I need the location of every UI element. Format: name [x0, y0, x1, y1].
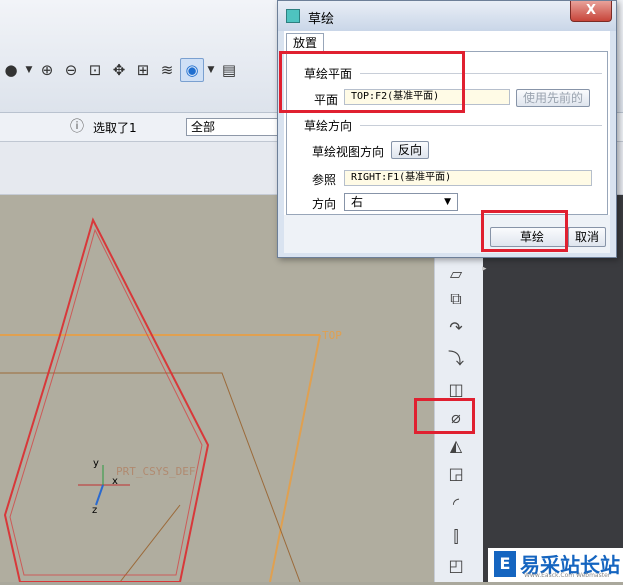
- top-plane-edge: [269, 334, 321, 583]
- round-icon[interactable]: ◜: [443, 490, 469, 516]
- highlight-sketch-plane: [279, 51, 465, 113]
- sweep-icon[interactable]: ⤵: [443, 344, 469, 370]
- csys-label: PRT_CSYS_DEF: [116, 465, 196, 478]
- csys-y-label: y: [93, 458, 99, 469]
- group-divider: [360, 125, 602, 126]
- model-tree-icon[interactable]: ▤: [218, 59, 240, 81]
- csys-z-axis: [95, 484, 104, 506]
- shell-icon[interactable]: ◲: [443, 460, 469, 486]
- close-button[interactable]: X: [570, 1, 612, 22]
- orientation-group-label: 草绘方向: [304, 119, 353, 133]
- revolve-icon[interactable]: ↷: [443, 314, 469, 340]
- reference-label: 参照: [312, 173, 337, 187]
- layers-icon[interactable]: ≋: [156, 59, 178, 81]
- selection-icon: ⓘ: [70, 119, 84, 135]
- zoom-in-icon[interactable]: ⊕: [36, 59, 58, 81]
- direction-label: 方向: [312, 197, 337, 211]
- watermark-logo: E: [494, 551, 516, 577]
- feature-bar-scroll-arrow[interactable]: ▸: [482, 264, 487, 274]
- spin-center-icon[interactable]: ✥: [108, 59, 130, 81]
- shaded-sphere-icon[interactable]: ●: [0, 59, 22, 81]
- plane-icon[interactable]: ▱: [443, 260, 469, 286]
- selection-count-text: 选取了1: [93, 121, 137, 135]
- tab-placement[interactable]: 放置: [286, 33, 324, 52]
- highlight-sketch-button: [481, 210, 568, 252]
- view-direction-label: 草绘视图方向: [312, 145, 385, 159]
- mirror-icon[interactable]: ⫿: [443, 524, 469, 550]
- use-previous-button[interactable]: 使用先前的: [516, 89, 590, 107]
- highlight-sketch-tool: [414, 398, 475, 434]
- axis-icon[interactable]: ⧉: [443, 286, 469, 312]
- csys-z-label: z: [92, 505, 98, 516]
- display-style-icon[interactable]: ◉: [180, 58, 204, 82]
- toolbar-icon-row: ● ▼ ⊕ ⊖ ⊡ ✥ ⊞ ≋ ◉ ▼ ▤: [0, 54, 280, 86]
- sketch-outline: [3, 217, 210, 583]
- sketch-dialog-icon: [286, 9, 300, 23]
- dropdown-arrow-icon[interactable]: ▼: [24, 59, 34, 81]
- dialog-title: 草绘: [308, 12, 335, 27]
- flip-button[interactable]: 反向: [391, 141, 429, 159]
- reference-field[interactable]: RIGHT:F1(基准平面): [344, 170, 592, 186]
- named-view-icon[interactable]: ⊞: [132, 59, 154, 81]
- selection-filter-dropdown[interactable]: 全部: [186, 118, 286, 136]
- watermark-subtext: Www.Easck.Com Webmaster: [524, 572, 611, 579]
- blend-icon[interactable]: ◭: [443, 432, 469, 458]
- right-plane-edge: [119, 504, 181, 583]
- dropdown-arrow-icon[interactable]: ▼: [206, 59, 216, 81]
- pattern-icon[interactable]: ◰: [443, 552, 469, 578]
- zoom-out-icon[interactable]: ⊖: [60, 59, 82, 81]
- direction-dropdown[interactable]: 右 ▼: [344, 193, 458, 211]
- chevron-down-icon: ▼: [444, 197, 451, 207]
- direction-value: 右: [351, 195, 364, 209]
- zoom-fit-icon[interactable]: ⊡: [84, 59, 106, 81]
- top-plane-label: TOP: [322, 329, 342, 342]
- cancel-button[interactable]: 取消: [568, 227, 606, 247]
- csys-x-label: x: [112, 476, 118, 487]
